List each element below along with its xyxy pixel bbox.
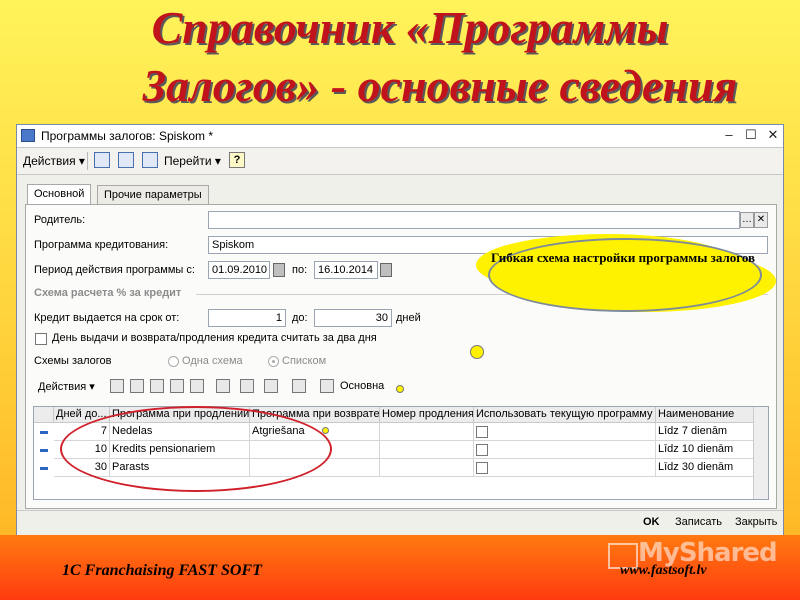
structure-icon[interactable] (118, 152, 134, 168)
parent-label: Родитель: (34, 214, 86, 226)
grid-toolbar: Действия ▾ Основна (34, 379, 434, 395)
radio-one-scheme[interactable] (168, 356, 179, 367)
radio-list[interactable] (268, 356, 279, 367)
forward-arrow-icon[interactable] (142, 152, 158, 168)
table-cell[interactable] (474, 423, 656, 441)
schemes-label: Схемы залогов (34, 355, 112, 367)
table-cell[interactable] (380, 423, 474, 441)
callout-text: Гибкая схема настройки программы залогов (490, 250, 756, 265)
table-cell[interactable] (380, 441, 474, 459)
program-label: Программа кредитования: (34, 239, 169, 251)
grid-main-label: Основна (340, 380, 385, 392)
period-label: Период действия программы с: (34, 264, 195, 276)
move-icon[interactable] (264, 379, 278, 393)
period-to-field[interactable]: 16.10.2014 (314, 261, 378, 279)
table-cell[interactable] (380, 459, 474, 477)
days-label: дней (396, 312, 421, 324)
use-current-checkbox[interactable] (476, 462, 488, 474)
period-to-label: по: (292, 264, 308, 276)
close-window-button[interactable]: ✕ (763, 126, 783, 144)
credit-to-label: до: (292, 312, 308, 324)
table-header-name[interactable]: Наименование (656, 407, 756, 423)
toolbar-separator (87, 152, 88, 170)
sort-icon[interactable] (216, 379, 230, 393)
table-header-use-current[interactable]: Использовать текущую программу (474, 407, 656, 423)
clear-filter-icon[interactable] (292, 379, 306, 393)
tab-main[interactable]: Основной (27, 184, 92, 205)
delete-row-icon[interactable] (170, 379, 184, 393)
main-toolbar: Действия ▾ Перейти ▾ ? (17, 148, 783, 175)
use-current-checkbox[interactable] (476, 444, 488, 456)
highlight-ellipse (60, 406, 332, 492)
window-app-icon (21, 129, 35, 142)
save-button[interactable]: Записать (675, 516, 722, 528)
window-footer: OK Записать Закрыть (17, 510, 783, 537)
radio-one-scheme-label: Одна схема (182, 355, 243, 367)
tab-other-params[interactable]: Прочие параметры (97, 185, 209, 204)
slide-title: Справочник «Программы Залогов» - основны… (0, 0, 800, 122)
two-days-checkbox[interactable] (35, 333, 47, 345)
select-button[interactable]: … (740, 212, 754, 228)
filter-icon[interactable] (240, 379, 254, 393)
back-arrow-icon[interactable] (94, 152, 110, 168)
calendar-icon[interactable] (380, 263, 392, 277)
slide-title-line2: Залогов» - основные сведения (142, 60, 738, 111)
grid-actions-menu[interactable]: Действия ▾ (38, 380, 95, 393)
radio-list-label: Списком (282, 355, 327, 367)
minimize-button[interactable]: – (719, 126, 739, 144)
credit-to-field[interactable]: 30 (314, 309, 392, 327)
credit-from-field[interactable]: 1 (208, 309, 286, 327)
credit-term-label: Кредит выдается на срок от: (34, 312, 180, 324)
close-button[interactable]: Закрыть (735, 516, 777, 528)
goto-menu[interactable]: Перейти ▾ (164, 152, 221, 170)
calendar-icon[interactable] (273, 263, 285, 277)
table-scrollbar[interactable] (753, 407, 768, 499)
window-titlebar: Программы залогов: Spiskom * – ☐ ✕ (17, 125, 783, 148)
actions-menu[interactable]: Действия ▾ (23, 152, 85, 170)
connector-dot (470, 345, 484, 359)
help-icon[interactable]: ? (229, 152, 245, 168)
two-days-label: День выдачи и возврата/продления кредита… (52, 332, 377, 344)
table-header-marker (34, 407, 54, 423)
slide-title-line1: Справочник «Программы (151, 2, 669, 53)
use-current-checkbox[interactable] (476, 426, 488, 438)
table-header-number[interactable]: Номер продления (380, 407, 474, 423)
period-from-field[interactable]: 01.09.2010 (208, 261, 270, 279)
save-icon[interactable] (190, 379, 204, 393)
copy-row-icon[interactable] (130, 379, 144, 393)
ok-button[interactable]: OK (643, 516, 660, 528)
row-marker-icon (40, 449, 48, 452)
refresh-icon[interactable] (320, 379, 334, 393)
table-cell[interactable] (474, 441, 656, 459)
footer-website: www.fastsoft.lv (620, 563, 707, 578)
clear-icon[interactable]: ✕ (754, 212, 768, 228)
row-marker-icon (40, 467, 48, 470)
parent-field[interactable] (208, 211, 740, 229)
table-cell[interactable]: Līdz 7 dienām (656, 423, 756, 441)
row-marker-icon (40, 431, 48, 434)
table-cell[interactable]: Līdz 30 dienām (656, 459, 756, 477)
table-cell[interactable] (474, 459, 656, 477)
table-cell[interactable]: Līdz 10 dienām (656, 441, 756, 459)
maximize-button[interactable]: ☐ (741, 126, 761, 144)
edit-row-icon[interactable] (150, 379, 164, 393)
connector-dot (396, 385, 404, 393)
calc-scheme-header: Схема расчета % за кредит (34, 287, 182, 299)
window-title: Программы залогов: Spiskom * (41, 129, 213, 143)
footer-company: 1C Franchaising FAST SOFT (62, 562, 262, 579)
add-row-icon[interactable] (110, 379, 124, 393)
